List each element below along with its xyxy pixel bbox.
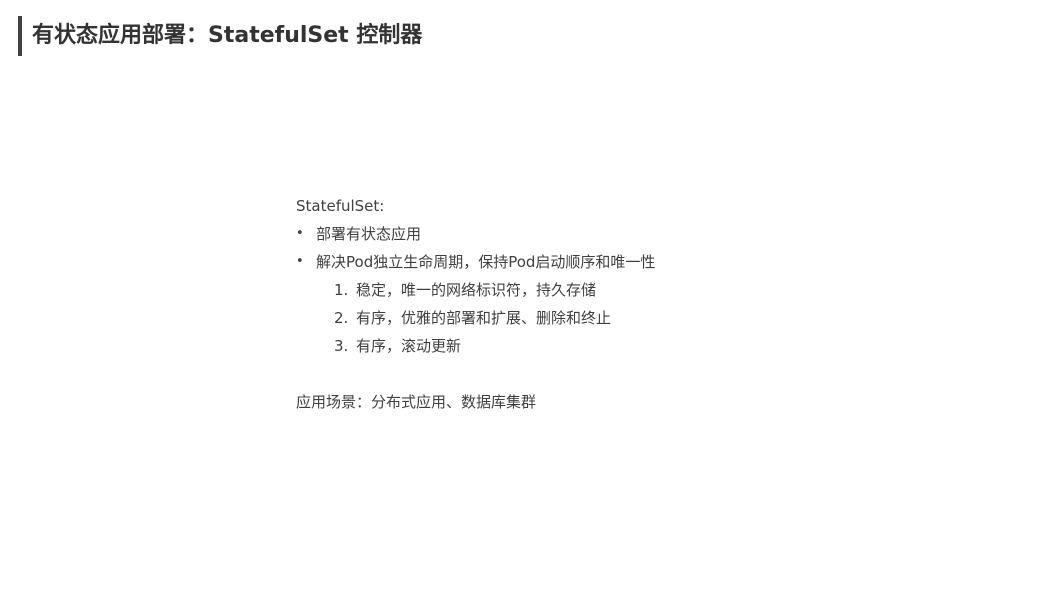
bullet-marker: • [296, 226, 304, 241]
numbered-marker: 3. [334, 337, 349, 355]
bullet-item: • 部署有状态应用 [296, 220, 936, 248]
bullet-text: 解决Pod独立生命周期，保持Pod启动顺序和唯一性 [316, 253, 656, 271]
bullet-item: • 解决Pod独立生命周期，保持Pod启动顺序和唯一性 [296, 248, 936, 276]
scenario-text: 应用场景：分布式应用、数据库集群 [296, 393, 537, 411]
numbered-marker: 1. [334, 281, 349, 299]
title-accent-bar [18, 16, 22, 56]
bullet-text: 部署有状态应用 [316, 225, 422, 243]
numbered-item: 3. 有序，滚动更新 [296, 332, 936, 360]
content-heading: StatefulSet: [296, 197, 385, 215]
numbered-marker: 2. [334, 309, 349, 327]
slide-title: 有状态应用部署：StatefulSet 控制器 [32, 23, 423, 48]
numbered-text: 稳定，唯一的网络标识符，持久存储 [356, 281, 597, 299]
bullet-marker: • [296, 254, 304, 269]
numbered-text: 有序，滚动更新 [356, 337, 462, 355]
slide-content: StatefulSet: • 部署有状态应用 • 解决Pod独立生命周期，保持P… [296, 192, 936, 416]
numbered-text: 有序，优雅的部署和扩展、删除和终止 [356, 309, 612, 327]
numbered-item: 1. 稳定，唯一的网络标识符，持久存储 [296, 276, 936, 304]
numbered-item: 2. 有序，优雅的部署和扩展、删除和终止 [296, 304, 936, 332]
